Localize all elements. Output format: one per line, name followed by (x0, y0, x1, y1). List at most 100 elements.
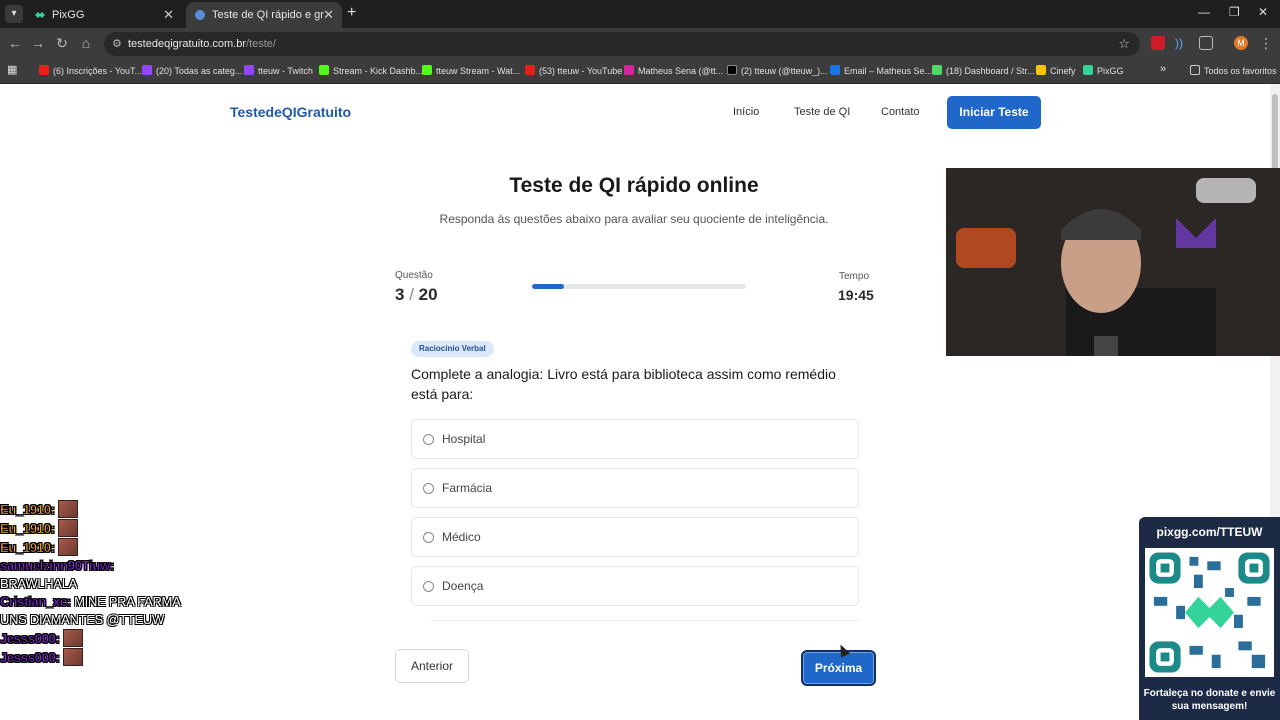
nav-contato[interactable]: Contato (881, 106, 920, 118)
site-logo[interactable]: TestedeQIGratuito (230, 104, 351, 120)
x-icon (727, 65, 737, 75)
previous-button[interactable]: Anterior (395, 649, 469, 683)
progress-bar (532, 284, 746, 289)
browser-tabstrip: ▾ PixGG ✕ Teste de QI rápido e grátis | … (0, 0, 1280, 28)
time-label: Tempo (839, 271, 870, 282)
audio-extension-icon[interactable]: )) (1175, 36, 1189, 50)
chat-username: samuelzinn90Tiuw: (0, 558, 114, 574)
divider (430, 620, 860, 621)
reload-icon[interactable]: ↻ (54, 35, 70, 52)
webcam-image (946, 168, 1280, 356)
bookmark-item[interactable]: Email – Matheus Se... (830, 65, 932, 76)
qr-code-icon (1145, 548, 1274, 677)
radio-button[interactable] (423, 434, 434, 445)
chat-message: Eu_1910: (0, 538, 185, 557)
bookmark-item[interactable]: Cinefy (1036, 65, 1076, 76)
tab-search-button[interactable]: ▾ (5, 5, 23, 23)
profile-avatar[interactable]: M (1234, 36, 1248, 50)
chat-username: Eu_1910: (0, 521, 55, 537)
bookmark-item[interactable]: (6) Inscrições - YouT... (39, 65, 142, 76)
chat-emote-icon (62, 648, 83, 666)
option-hospital[interactable]: Hospital (411, 419, 859, 459)
youtube-icon (525, 65, 535, 75)
nav-teste-de-qi[interactable]: Teste de QI (794, 106, 850, 118)
close-tab-icon[interactable]: ✕ (323, 7, 334, 23)
chat-text: BRAWLHALA (0, 576, 78, 591)
minimize-icon[interactable]: — (1198, 5, 1210, 19)
tab-teste-qi[interactable]: Teste de QI rápido e grátis | 20 ✕ (186, 2, 342, 28)
next-button[interactable]: Próxima (801, 650, 876, 686)
category-badge: Raciocínio Verbal (411, 341, 494, 357)
tab-title: PixGG (52, 9, 85, 21)
browser-toolbar: ← → ↻ ⌂ ⚙ testedeqigratuito.com.br/teste… (0, 28, 1280, 60)
bookmark-item[interactable]: Matheus Sena (@tt... (624, 65, 723, 76)
chat-message: Cristian_xc: MINE PRA FARMA UNS DIAMANTE… (0, 593, 185, 629)
restore-icon[interactable]: ❐ (1229, 5, 1240, 19)
chat-username: Jesss000: (0, 650, 60, 666)
option-farmacia[interactable]: Farmácia (411, 468, 859, 508)
email-icon (830, 65, 840, 75)
stream-chat-overlay: Eu_1910: Eu_1910: Eu_1910: samuelzinn90T… (0, 500, 185, 667)
radio-button[interactable] (423, 532, 434, 543)
pixgg-message: Fortaleça no donate e envie sua mensagem… (1143, 688, 1276, 712)
extensions-puzzle-icon[interactable] (1199, 36, 1213, 50)
close-tab-icon[interactable]: ✕ (163, 7, 174, 23)
chat-emote-icon (58, 500, 79, 518)
chat-emote-icon (62, 629, 83, 647)
bookmark-item[interactable]: (53) tteuw - YouTube (525, 65, 622, 76)
close-window-icon[interactable]: ✕ (1258, 5, 1268, 19)
youtube-icon (39, 65, 49, 75)
kick-icon (319, 65, 329, 75)
chat-username: Eu_1910: (0, 502, 55, 518)
apps-grid-icon[interactable]: ▦ (7, 63, 17, 76)
progress-fill (532, 284, 565, 289)
dashboard-icon (932, 65, 942, 75)
all-favorites-folder[interactable]: Todos os favoritos (1190, 65, 1277, 76)
chat-username: Cristian_xc: (0, 594, 71, 610)
chat-username: Eu_1910: (0, 540, 55, 556)
bookmark-item[interactable]: (18) Dashboard / Str... (932, 65, 1035, 76)
bookmark-item[interactable]: tteuw - Twitch (244, 65, 313, 76)
bookmark-item[interactable]: (20) Todas as categ... (142, 65, 242, 76)
chat-message: samuelzinn90Tiuw: BRAWLHALA (0, 557, 185, 593)
question-card: Raciocínio Verbal Complete a analogia: L… (390, 326, 880, 622)
url-text: testedeqigratuito.com.br/teste/ (128, 38, 276, 50)
bookmark-star-icon[interactable]: ☆ (1118, 36, 1130, 52)
nav-inicio[interactable]: Início (733, 106, 759, 118)
address-bar[interactable]: ⚙ testedeqigratuito.com.br/teste/ ☆ (104, 32, 1140, 56)
option-doenca[interactable]: Doença (411, 566, 859, 606)
question-label: Questão (395, 270, 433, 281)
site-favicon-icon (195, 10, 205, 20)
pixgg-icon (1083, 65, 1093, 75)
radio-button[interactable] (423, 483, 434, 494)
bookmark-item[interactable]: Stream - Kick Dashb... (319, 65, 423, 76)
radio-button[interactable] (423, 581, 434, 592)
extension-icon[interactable] (1151, 36, 1165, 50)
forward-icon[interactable]: → (30, 35, 46, 51)
tab-pixgg[interactable]: PixGG ✕ (26, 2, 182, 28)
bookmark-item[interactable]: PixGG (1083, 65, 1124, 76)
start-test-button[interactable]: Iniciar Teste (947, 96, 1041, 129)
menu-dots-icon[interactable]: ⋮ (1258, 35, 1274, 52)
bookmarks-overflow-icon[interactable]: » (1160, 63, 1166, 75)
back-icon[interactable]: ← (7, 35, 23, 51)
bookmark-item[interactable]: tteuw Stream - Wat... (422, 65, 520, 76)
chat-message: Eu_1910: (0, 519, 185, 538)
instagram-icon (624, 65, 634, 75)
page-title: Teste de QI rápido online (509, 174, 759, 197)
bookmark-item[interactable]: (2) tteuw (@tteuw_)... (727, 65, 828, 76)
new-tab-icon[interactable]: + (347, 4, 356, 22)
bookmarks-bar: ▦ (6) Inscrições - YouT... (20) Todas as… (0, 60, 1280, 84)
page-subtitle: Responda às questões abaixo para avaliar… (439, 212, 829, 226)
twitch-icon (142, 65, 152, 75)
chat-emote-icon (58, 519, 79, 537)
option-medico[interactable]: Médico (411, 517, 859, 557)
tab-title: Teste de QI rápido e grátis | 20 (212, 9, 324, 21)
chat-emote-icon (58, 538, 79, 556)
chat-username: Jesss000: (0, 631, 60, 647)
site-info-icon[interactable]: ⚙ (112, 37, 122, 50)
home-icon[interactable]: ⌂ (78, 35, 94, 51)
cinefy-icon (1036, 65, 1046, 75)
scrollbar-thumb[interactable] (1272, 94, 1278, 174)
chat-message: Jesss000: (0, 648, 185, 667)
